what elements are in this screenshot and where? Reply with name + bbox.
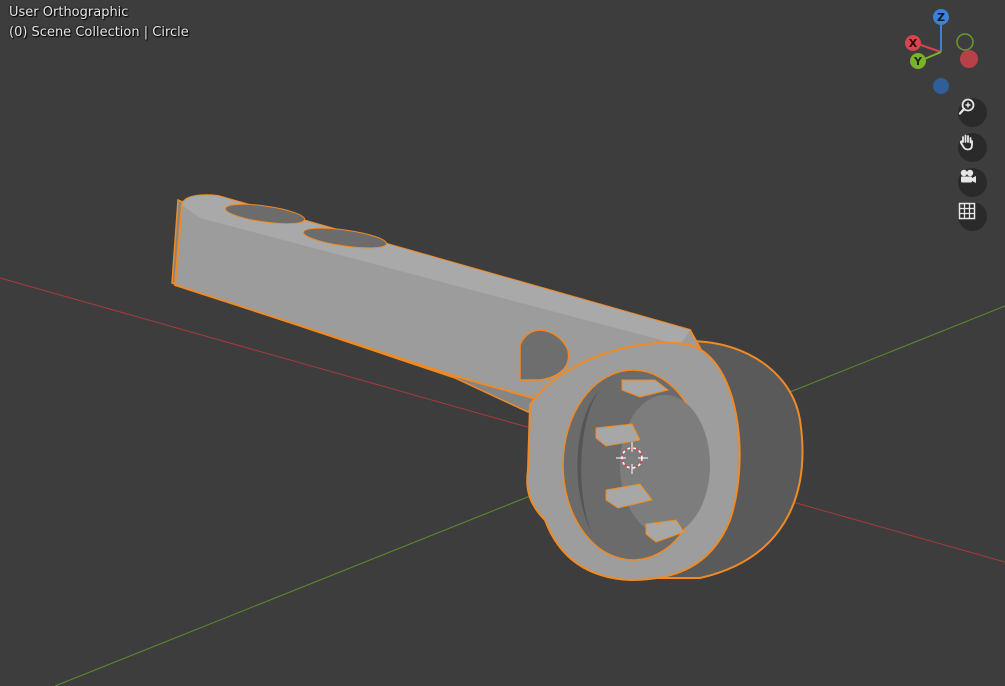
3d-viewport[interactable]: Z X Y User Orthographic (0) Scene Collec… [0,0,1005,686]
mesh-object-circle[interactable] [171,194,804,582]
view-mode-label: User Orthographic [9,5,129,20]
svg-text:X: X [909,37,918,50]
svg-text:Y: Y [913,55,923,68]
gizmo-neg-z [933,78,949,94]
gizmo-axis-z[interactable]: Z [933,9,949,25]
gizmo-axis-x[interactable]: X [905,35,921,51]
svg-text:Z: Z [937,11,945,24]
collection-info-label: (0) Scene Collection | Circle [9,25,189,40]
gizmo-axis-y[interactable]: Y [910,53,926,69]
grid-icon [958,202,976,220]
navigation-gizmo[interactable]: Z X Y [905,9,978,94]
scene-canvas[interactable]: Z X Y [0,0,1005,686]
zoom-button[interactable] [958,98,987,127]
camera-button[interactable] [958,168,987,197]
hand-icon [959,134,973,151]
camera-icon [960,169,976,183]
gizmo-neg-y [956,33,974,51]
ring-inner-back [620,395,710,535]
gizmo-neg-x [960,50,978,68]
pan-button[interactable] [958,133,987,162]
grid-view-button[interactable] [958,202,987,231]
zoom-icon [958,98,975,115]
